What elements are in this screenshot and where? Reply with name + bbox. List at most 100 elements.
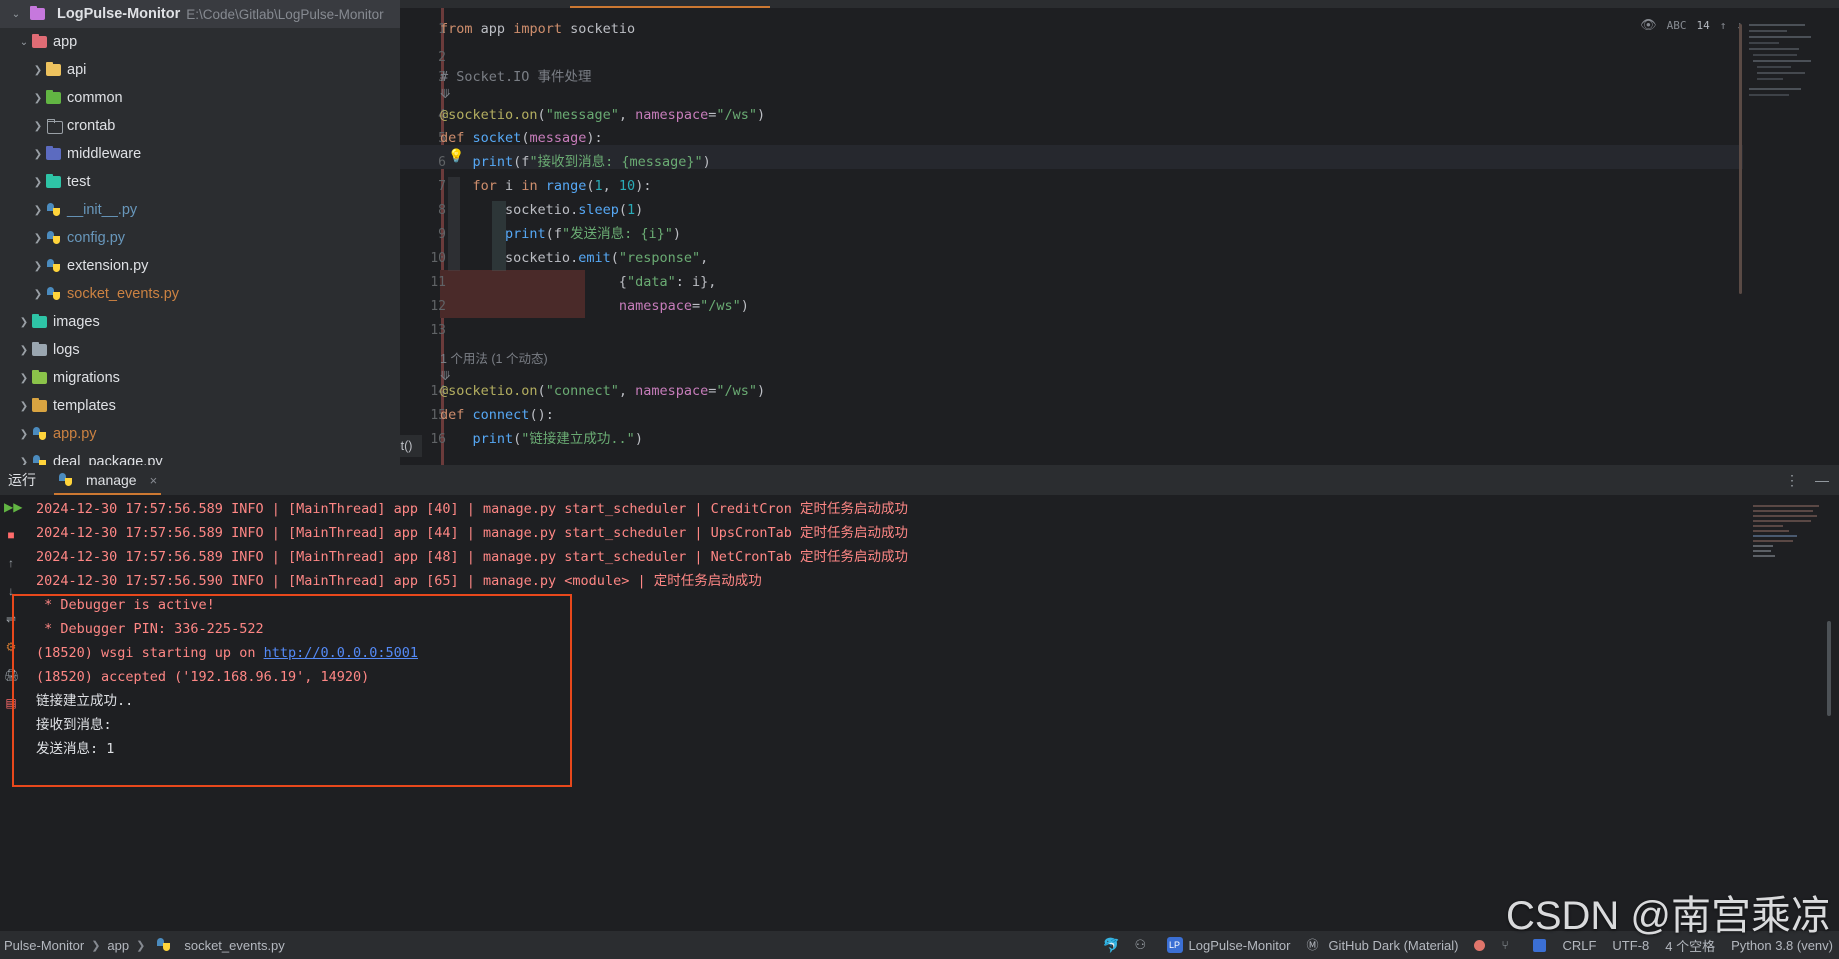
- console-minimap[interactable]: [1753, 503, 1825, 611]
- tree-item-label: config.py: [67, 229, 126, 246]
- code-line[interactable]: @socketio.on("message", namespace="/ws"): [440, 103, 765, 127]
- tree-item-config-py[interactable]: ❯ config.py: [0, 224, 400, 252]
- breadcrumb-item-2[interactable]: socket_events.py: [184, 938, 284, 953]
- chevron-right-icon[interactable]: ❯: [16, 373, 32, 384]
- tree-item-templates[interactable]: ❯ templates: [0, 392, 400, 420]
- tree-item-crontab[interactable]: ❯ crontab: [0, 112, 400, 140]
- minimize-icon[interactable]: —: [1815, 472, 1829, 488]
- scroll-down-icon[interactable]: ↓: [4, 584, 18, 598]
- folder-icon: [46, 174, 62, 190]
- tree-item-label: test: [67, 173, 91, 190]
- code-line[interactable]: from app import socketio: [440, 17, 635, 41]
- print-icon[interactable]: 🖨: [4, 668, 19, 682]
- tree-item-app[interactable]: ⌄ app: [0, 28, 400, 56]
- bug-icon[interactable]: ⚇: [1135, 937, 1151, 953]
- editor-breadcrumb-chip[interactable]: socket(): [400, 435, 423, 457]
- chevron-right-icon[interactable]: ❯: [30, 233, 46, 244]
- clear-icon[interactable]: ▤: [4, 696, 18, 710]
- chevron-right-icon[interactable]: ❯: [30, 205, 46, 216]
- code-line[interactable]: namespace="/ws"): [440, 294, 749, 318]
- ide-window: ⌄ LogPulse-Monitor E:\Code\Gitlab\LogPul…: [0, 0, 1839, 959]
- editor-scrollbar-thumb[interactable]: [1739, 24, 1742, 294]
- tree-item-label: crontab: [67, 117, 116, 134]
- code-line[interactable]: socketio.emit("response",: [440, 246, 708, 270]
- rerun-icon[interactable]: ▶▶: [4, 500, 22, 514]
- tree-item-logs[interactable]: ❯ logs: [0, 336, 400, 364]
- tree-item---init---py[interactable]: ❯ __init__.py: [0, 196, 400, 224]
- scroll-up-icon[interactable]: ↑: [4, 556, 18, 570]
- eye-off-icon[interactable]: 👁: [1640, 18, 1657, 33]
- usage-hint-arrow-1[interactable]: ⟱: [440, 368, 450, 383]
- tree-item-api[interactable]: ❯ api: [0, 56, 400, 84]
- project-root-row[interactable]: ⌄ LogPulse-Monitor E:\Code\Gitlab\LogPul…: [0, 0, 400, 28]
- status-theme[interactable]: GitHub Dark (Material): [1328, 938, 1458, 953]
- run-panel-actions[interactable]: ⋮ —: [1785, 465, 1829, 495]
- chevron-right-icon[interactable]: ❯: [16, 401, 32, 412]
- code-line[interactable]: {"data": i},: [440, 270, 717, 294]
- console-output[interactable]: 2024-12-30 17:57:56.589 INFO | [MainThre…: [22, 495, 1759, 931]
- chevron-right-icon[interactable]: ❯: [30, 149, 46, 160]
- console-scrollbar-thumb[interactable]: [1827, 621, 1831, 716]
- prev-problem-icon[interactable]: ↑: [1720, 19, 1727, 32]
- settings-icon[interactable]: ⚙: [4, 640, 18, 654]
- code-line[interactable]: @socketio.on("connect", namespace="/ws"): [440, 379, 765, 403]
- chevron-right-icon[interactable]: ❯: [30, 65, 46, 76]
- tree-item-app-py[interactable]: ❯ app.py: [0, 420, 400, 448]
- code-line[interactable]: socketio.sleep(1): [440, 198, 643, 222]
- tree-item-label: __init__.py: [67, 201, 138, 218]
- chevron-right-icon[interactable]: ❯: [30, 121, 46, 132]
- tree-item-migrations[interactable]: ❯ migrations: [0, 364, 400, 392]
- soft-wrap-icon[interactable]: ⇌: [4, 612, 18, 626]
- code-line[interactable]: # Socket.IO 事件处理: [440, 65, 592, 89]
- chevron-right-icon: ❯: [136, 939, 146, 952]
- tree-item-label: migrations: [53, 369, 120, 386]
- more-options-icon[interactable]: ⋮: [1785, 472, 1799, 489]
- chevron-right-icon[interactable]: ❯: [30, 177, 46, 188]
- code-line[interactable]: for i in range(1, 10):: [440, 174, 652, 198]
- editor-inspection-widget[interactable]: 👁 ABC 14 ↑ ↓: [1640, 18, 1743, 33]
- tree-item-extension-py[interactable]: ❯ extension.py: [0, 252, 400, 280]
- close-icon[interactable]: ×: [150, 473, 158, 488]
- chevron-right-icon[interactable]: ❯: [16, 429, 32, 440]
- dolphin-icon[interactable]: 🐬: [1103, 937, 1120, 953]
- tree-item-label: templates: [53, 397, 116, 414]
- chevron-right-icon[interactable]: ❯: [30, 261, 46, 272]
- code-line[interactable]: print("链接建立成功.."): [440, 427, 643, 451]
- run-tool-window: 运行 manage × ⋮ — ▶▶ ■ ↑ ↓ ⇌ ⚙ 🖨 ▤ 2024-12…: [0, 465, 1839, 931]
- status-breadcrumb[interactable]: Pulse-Monitor ❯ app ❯ socket_events.py: [0, 937, 285, 953]
- console-link[interactable]: http://0.0.0.0:5001: [264, 645, 418, 661]
- chevron-right-icon[interactable]: ❯: [30, 93, 46, 104]
- chevron-right-icon[interactable]: ❯: [16, 345, 32, 356]
- breadcrumb-item-0[interactable]: Pulse-Monitor: [4, 938, 84, 953]
- chevron-down-icon[interactable]: ⌄: [8, 9, 24, 20]
- tree-item-middleware[interactable]: ❯ middleware: [0, 140, 400, 168]
- chevron-right-icon: ❯: [91, 939, 101, 952]
- tree-item-common[interactable]: ❯ common: [0, 84, 400, 112]
- project-path: E:\Code\Gitlab\LogPulse-Monitor: [186, 6, 384, 22]
- code-area[interactable]: 💡 1 2 3 4 5 6 7 8 9 10 11 12 13 14 15 16 from app impor…: [400, 8, 1839, 465]
- chevron-right-icon[interactable]: ❯: [16, 317, 32, 328]
- code-line[interactable]: print(f"发送消息: {i}"): [440, 222, 681, 246]
- tree-item-test[interactable]: ❯ test: [0, 168, 400, 196]
- stop-icon[interactable]: ■: [4, 528, 18, 542]
- usage-hint-top[interactable]: ⟱: [440, 86, 450, 101]
- run-side-toolbar[interactable]: ▶▶ ■ ↑ ↓ ⇌ ⚙ 🖨 ▤: [0, 495, 22, 931]
- editor-tab-strip[interactable]: [400, 0, 1839, 8]
- code-line[interactable]: def socket(message):: [440, 126, 603, 150]
- tree-item-images[interactable]: ❯ images: [0, 308, 400, 336]
- chevron-right-icon[interactable]: ❯: [30, 289, 46, 300]
- status-project-name[interactable]: LogPulse-Monitor: [1189, 938, 1291, 953]
- usage-hint-1[interactable]: 1 个用法 (1 个动态): [440, 348, 548, 367]
- tree-item-label: logs: [53, 341, 80, 358]
- tree-item-label: app.py: [53, 425, 97, 442]
- code-line[interactable]: def connect():: [440, 403, 554, 427]
- editor-minimap[interactable]: [1743, 16, 1839, 465]
- code-line[interactable]: print(f"接收到消息: {message}"): [440, 150, 711, 174]
- run-tab-manage[interactable]: manage ×: [48, 465, 167, 495]
- tree-item-socket-events-py[interactable]: ❯ socket_events.py: [0, 280, 400, 308]
- project-tree-list: ⌄ app ❯ api ❯ common ❯ crontab ❯ middleware ❯ test ❯…: [0, 28, 400, 532]
- console-line: * Debugger is active!: [36, 597, 215, 613]
- run-panel-header: 运行 manage × ⋮ —: [0, 465, 1839, 495]
- chevron-down-icon[interactable]: ⌄: [16, 37, 32, 48]
- breadcrumb-item-1[interactable]: app: [107, 938, 129, 953]
